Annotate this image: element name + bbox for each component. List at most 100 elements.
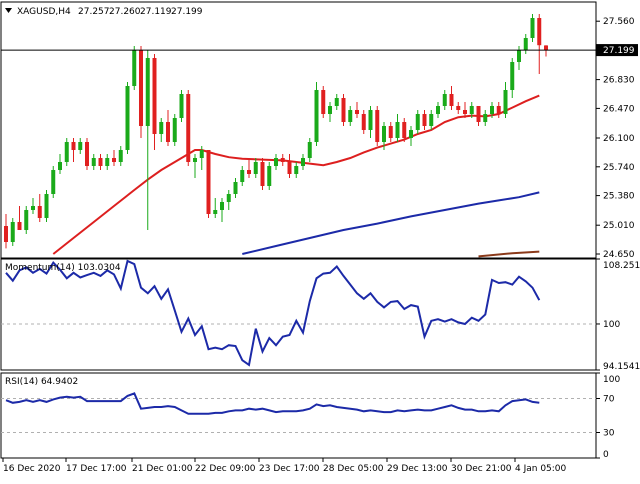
candle[interactable]: [476, 106, 481, 126]
candle[interactable]: [152, 54, 157, 150]
candle-body: [220, 202, 224, 210]
candle-body: [58, 162, 62, 170]
candle[interactable]: [348, 106, 353, 126]
candle[interactable]: [483, 110, 488, 126]
candle-body: [24, 210, 29, 230]
candle-body: [496, 106, 501, 114]
candle[interactable]: [139, 46, 143, 138]
candle[interactable]: [125, 82, 130, 154]
candle[interactable]: [132, 46, 137, 90]
candle[interactable]: [388, 122, 393, 142]
candle-body: [314, 90, 319, 142]
price-tick-label: 24.650: [603, 250, 635, 260]
candle[interactable]: [226, 190, 231, 210]
candle[interactable]: [233, 178, 238, 198]
candle[interactable]: [37, 194, 42, 222]
candle[interactable]: [17, 206, 22, 230]
candle[interactable]: [71, 138, 76, 162]
candle[interactable]: [247, 158, 251, 178]
sma-long-line: [478, 250, 540, 258]
candle[interactable]: [118, 146, 123, 166]
candle[interactable]: [179, 90, 184, 122]
candle[interactable]: [449, 86, 454, 110]
candle[interactable]: [510, 58, 515, 98]
candle[interactable]: [267, 162, 272, 190]
candle[interactable]: [429, 110, 434, 130]
candle-body: [328, 106, 332, 114]
candle[interactable]: [496, 102, 501, 118]
candle[interactable]: [24, 206, 29, 234]
candle[interactable]: [10, 218, 15, 246]
candle-body: [476, 106, 481, 122]
candle[interactable]: [31, 198, 35, 214]
candle[interactable]: [294, 162, 299, 178]
candle[interactable]: [4, 214, 8, 249]
candle[interactable]: [503, 82, 508, 118]
candle[interactable]: [523, 34, 528, 54]
candle[interactable]: [159, 118, 164, 142]
momentum-line: [5, 259, 541, 367]
candle[interactable]: [206, 150, 211, 218]
candle[interactable]: [186, 90, 191, 166]
candle-body: [98, 158, 103, 166]
candle[interactable]: [436, 102, 440, 118]
candle[interactable]: [415, 110, 420, 134]
candle-body: [105, 158, 110, 166]
candle[interactable]: [328, 102, 332, 122]
candle[interactable]: [105, 154, 110, 170]
candle[interactable]: [112, 150, 116, 166]
candle[interactable]: [409, 126, 413, 146]
triangle-down-icon[interactable]: [5, 8, 12, 13]
candle[interactable]: [44, 190, 49, 222]
candle[interactable]: [253, 158, 258, 178]
candle[interactable]: [456, 102, 461, 114]
candle[interactable]: [85, 138, 89, 170]
candle[interactable]: [78, 138, 83, 154]
candle[interactable]: [307, 138, 312, 162]
momentum-axis: 108.251 100 94.1541: [596, 258, 640, 372]
candle-body: [469, 106, 474, 114]
candle[interactable]: [193, 154, 197, 178]
panel-frame: [0, 1, 597, 259]
candle[interactable]: [220, 198, 224, 222]
candle[interactable]: [368, 106, 373, 138]
candle[interactable]: [334, 94, 339, 110]
candle[interactable]: [422, 110, 427, 130]
price-tick-label: 27.560: [603, 17, 635, 27]
candle[interactable]: [442, 90, 447, 110]
candle-body: [287, 162, 292, 174]
candle[interactable]: [301, 154, 305, 170]
price-tick-label: 26.100: [603, 134, 635, 144]
candle[interactable]: [395, 114, 400, 142]
candle[interactable]: [260, 158, 265, 190]
candle[interactable]: [51, 166, 56, 198]
candle[interactable]: [341, 94, 346, 126]
candle[interactable]: [166, 110, 170, 146]
candle[interactable]: [172, 114, 177, 146]
candle[interactable]: [321, 86, 326, 118]
candle[interactable]: [280, 154, 285, 166]
candle-body: [429, 114, 434, 126]
candle[interactable]: [355, 102, 359, 118]
candle[interactable]: [274, 154, 278, 170]
candle[interactable]: [375, 106, 380, 146]
candle[interactable]: [213, 198, 218, 218]
time-tick-label: 17 Dec 17:00: [66, 464, 127, 474]
candlesticks[interactable]: [4, 14, 548, 249]
candle[interactable]: [530, 14, 535, 42]
candle-body: [172, 118, 177, 142]
chart-canvas[interactable]: 27.560 26.830 26.470 26.100 25.740 25.380 25.0…: [0, 0, 640, 480]
candle[interactable]: [91, 154, 96, 170]
candle[interactable]: [361, 110, 366, 134]
candle[interactable]: [240, 166, 245, 186]
trading-chart[interactable]: 27.560 26.830 26.470 26.100 25.740 25.380 25.0…: [0, 0, 640, 480]
candle[interactable]: [145, 50, 150, 230]
candle[interactable]: [544, 45, 548, 57]
candle[interactable]: [287, 154, 292, 178]
candle[interactable]: [314, 82, 319, 146]
candle-body: [368, 110, 373, 130]
candle[interactable]: [537, 14, 542, 74]
candle[interactable]: [58, 154, 62, 174]
candle[interactable]: [98, 154, 103, 170]
candle[interactable]: [64, 138, 69, 166]
